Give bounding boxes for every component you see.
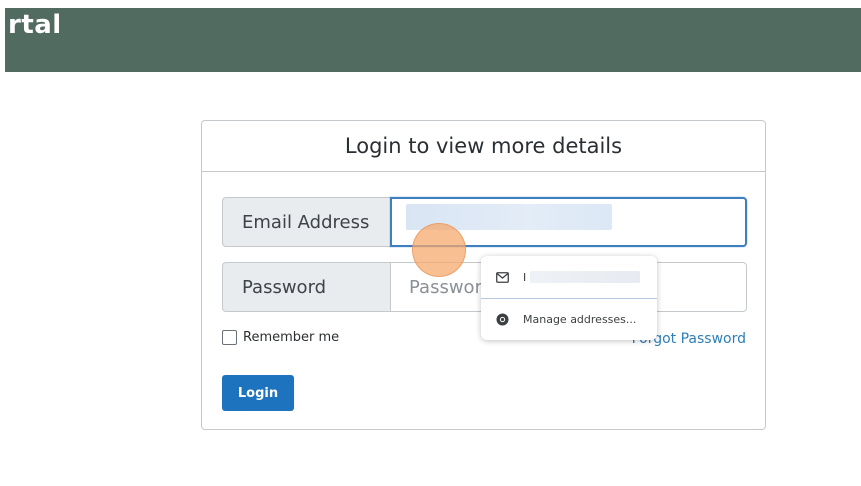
remember-me-label: Remember me bbox=[243, 330, 340, 345]
autofill-popup: I Manage addresses... bbox=[481, 256, 657, 340]
manage-addresses-label: Manage addresses... bbox=[523, 312, 637, 326]
remember-me-checkbox[interactable] bbox=[222, 330, 237, 345]
email-label: Email Address bbox=[222, 197, 390, 247]
autofill-suggestion-redacted bbox=[530, 271, 641, 283]
login-card-title: Login to view more details bbox=[202, 121, 765, 172]
manage-addresses-item[interactable]: Manage addresses... bbox=[481, 300, 657, 338]
popup-divider bbox=[481, 298, 657, 299]
autofill-suggestion-email[interactable]: I bbox=[481, 258, 657, 296]
password-label: Password bbox=[222, 262, 390, 312]
header-bar: rtal bbox=[5, 8, 861, 72]
autofill-suggestion-initial: I bbox=[523, 270, 527, 284]
login-button[interactable]: Login bbox=[222, 375, 294, 411]
chrome-icon bbox=[495, 312, 509, 326]
mail-icon bbox=[495, 270, 509, 284]
email-input-group: Email Address bbox=[222, 197, 747, 247]
click-indicator bbox=[412, 223, 466, 277]
remember-me[interactable]: Remember me bbox=[222, 330, 339, 345]
portal-title: rtal bbox=[8, 10, 62, 40]
